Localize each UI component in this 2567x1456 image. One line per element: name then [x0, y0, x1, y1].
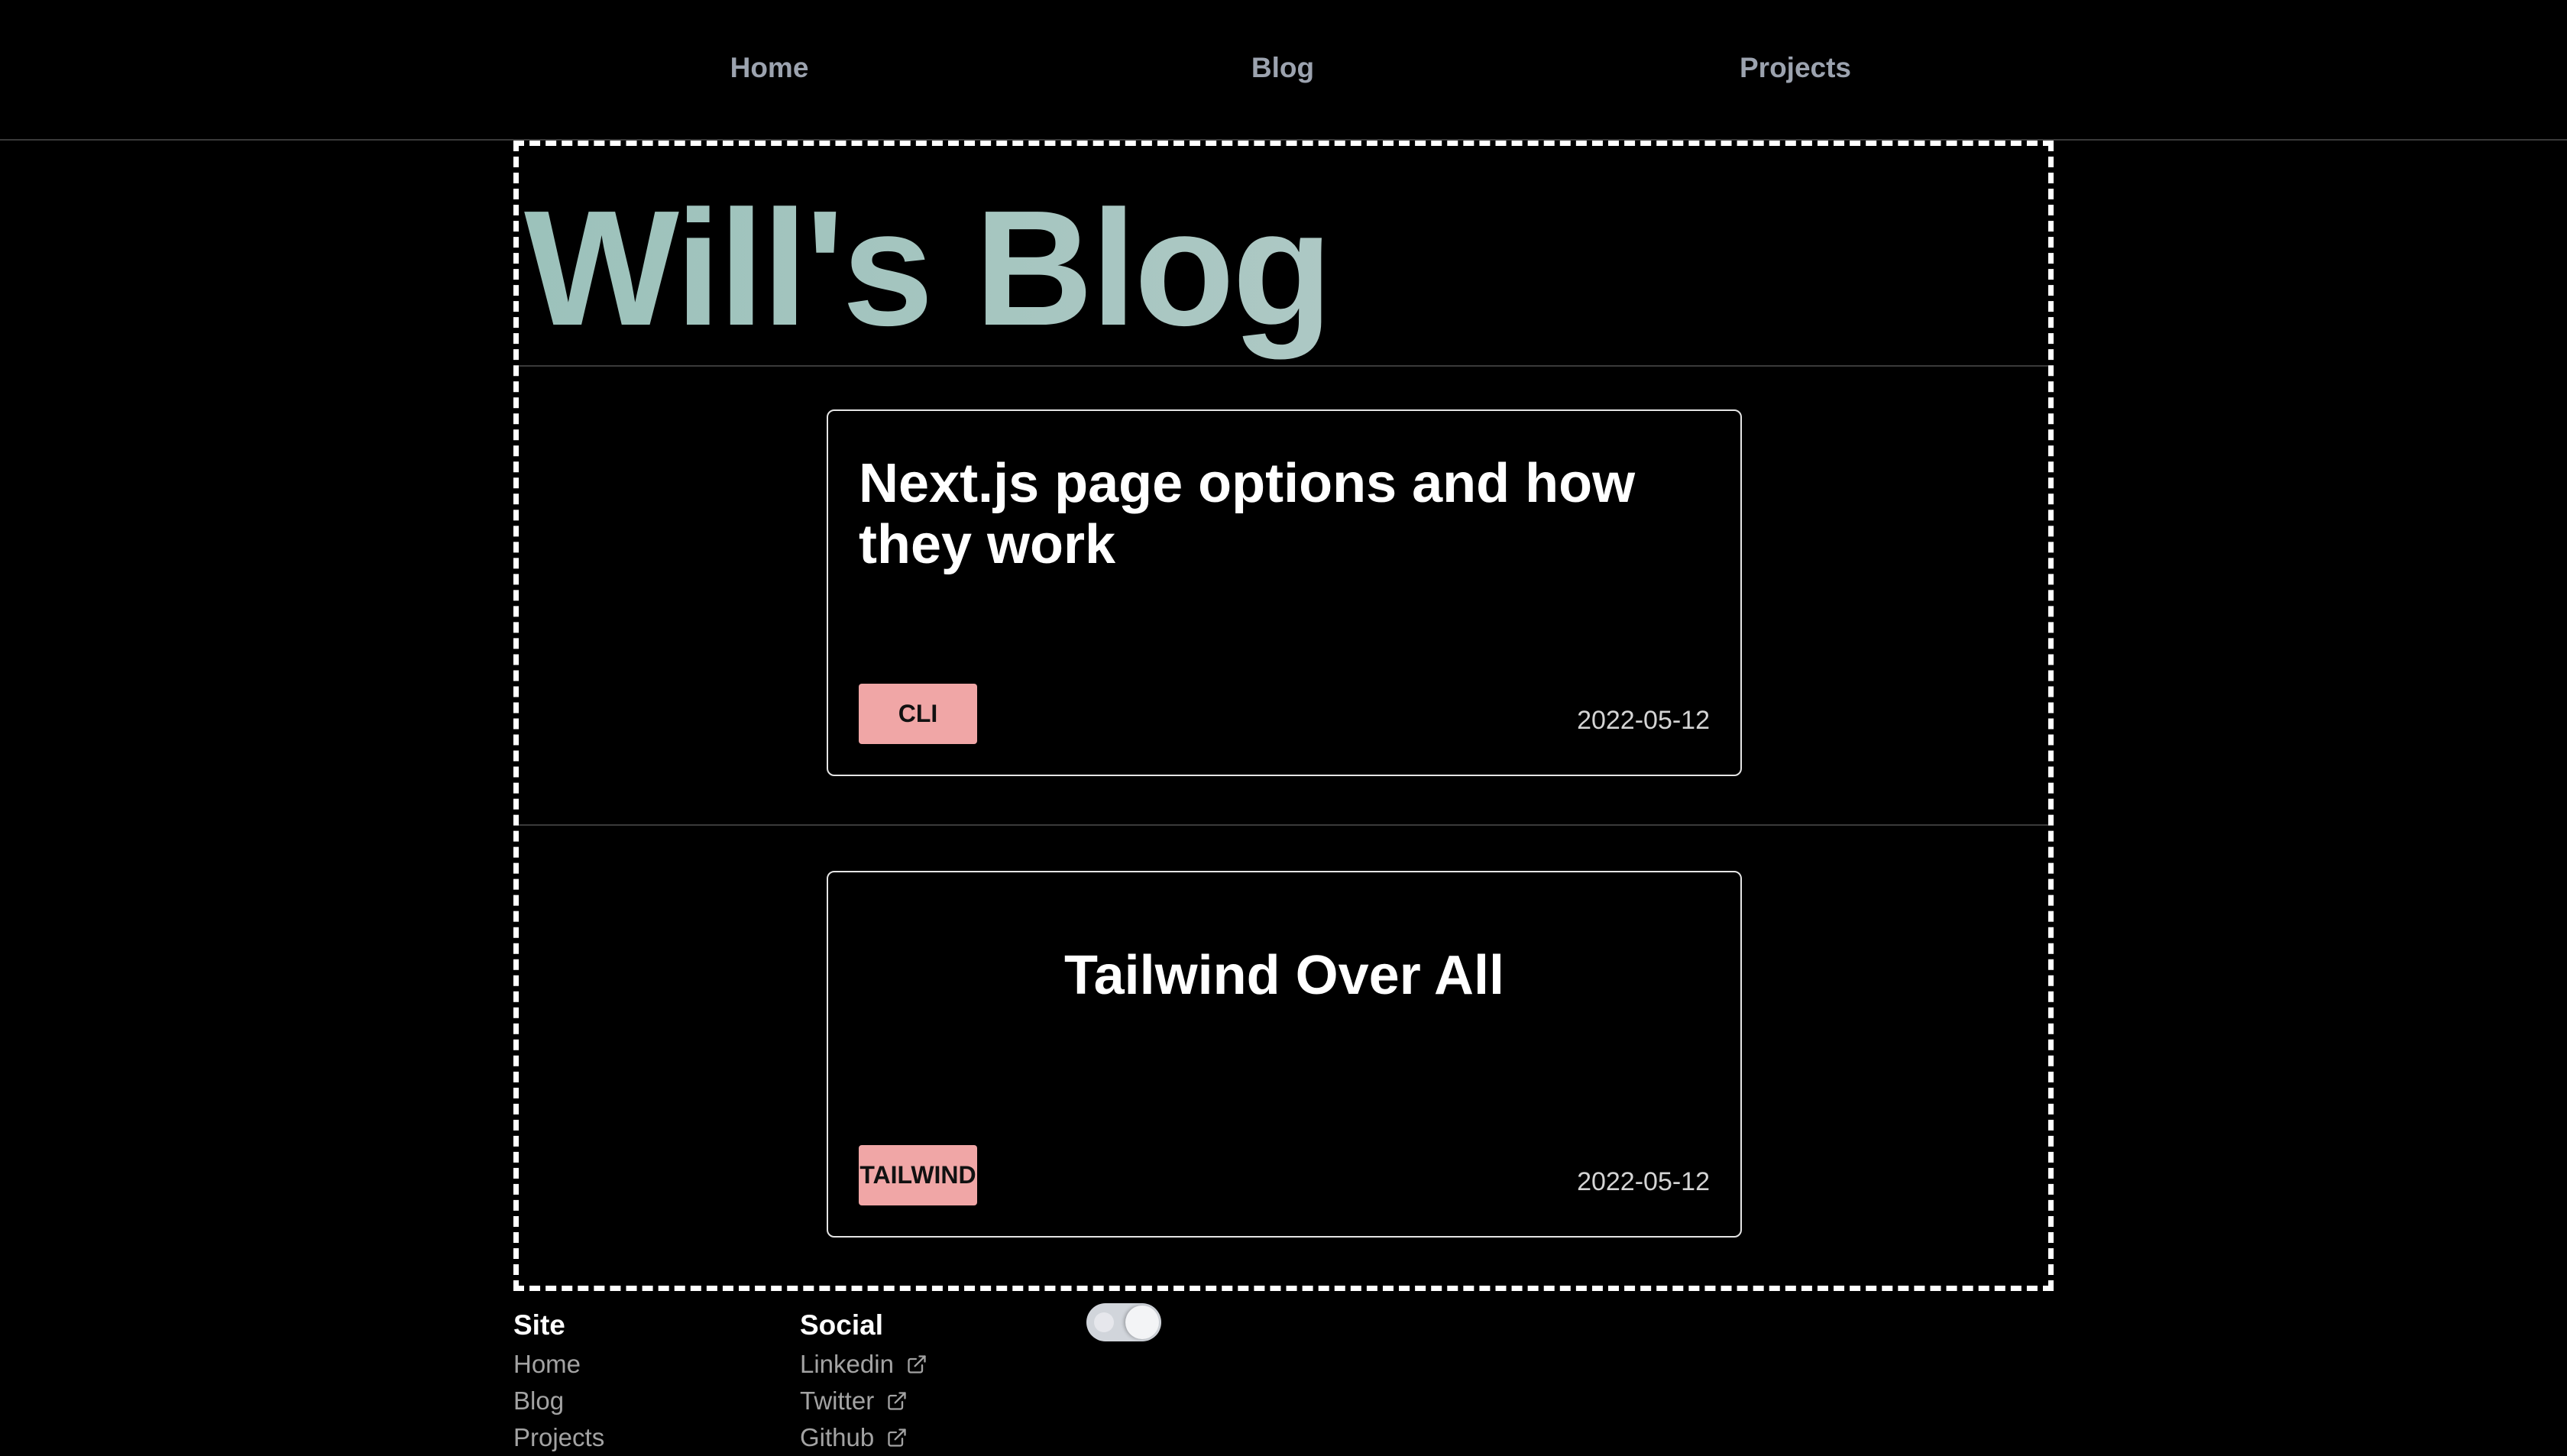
footer-heading-site: Site [513, 1309, 565, 1341]
main-content: Will's Blog Next.js page options and how… [513, 141, 2054, 1291]
post-card[interactable]: Tailwind Over All TAILWIND 2022-05-12 [827, 871, 1742, 1238]
footer-link-label: Linkedin [800, 1350, 894, 1378]
footer-link-github[interactable]: Github [800, 1419, 927, 1456]
footer-link-label: Home [513, 1350, 581, 1378]
toggle-knob [1125, 1306, 1159, 1339]
nav-link-home[interactable]: Home [730, 49, 809, 87]
footer-site-column: Site Home Blog Projects [513, 1306, 604, 1456]
divider [519, 365, 2048, 367]
footer-link-label: Projects [513, 1423, 605, 1451]
post-title[interactable]: Next.js page options and how they work [859, 453, 1699, 575]
post-tag[interactable]: CLI [859, 684, 977, 744]
footer-link-linkedin[interactable]: Linkedin [800, 1346, 927, 1383]
footer-link-label: Github [800, 1423, 875, 1451]
post-title[interactable]: Tailwind Over All [828, 945, 1740, 1006]
footer-link-projects[interactable]: Projects [513, 1419, 604, 1456]
top-nav: Home Blog Projects [0, 0, 2567, 141]
post-date: 2022-05-12 [1577, 706, 1710, 735]
post-date: 2022-05-12 [1577, 1167, 1710, 1196]
external-link-icon [908, 1355, 926, 1373]
theme-toggle-icon [1094, 1312, 1114, 1332]
footer: Site Home Blog Projects Social Linkedin … [513, 1299, 2054, 1451]
footer-link-home[interactable]: Home [513, 1346, 604, 1383]
footer-heading-social: Social [800, 1309, 883, 1341]
external-link-icon [888, 1392, 906, 1410]
footer-link-label: Twitter [800, 1386, 875, 1415]
page-title: Will's Blog [524, 176, 1332, 360]
footer-link-label: Blog [513, 1386, 565, 1415]
footer-link-twitter[interactable]: Twitter [800, 1383, 927, 1419]
post-tag[interactable]: TAILWIND [859, 1145, 977, 1205]
post-card[interactable]: Next.js page options and how they work C… [827, 409, 1742, 776]
footer-link-blog[interactable]: Blog [513, 1383, 604, 1419]
footer-social-column: Social Linkedin Twitter Github [800, 1306, 927, 1456]
theme-toggle[interactable] [1086, 1303, 1161, 1341]
nav-link-blog[interactable]: Blog [1251, 49, 1314, 87]
divider [519, 824, 2048, 826]
external-link-icon [888, 1428, 906, 1447]
nav-link-projects[interactable]: Projects [1740, 49, 1851, 87]
